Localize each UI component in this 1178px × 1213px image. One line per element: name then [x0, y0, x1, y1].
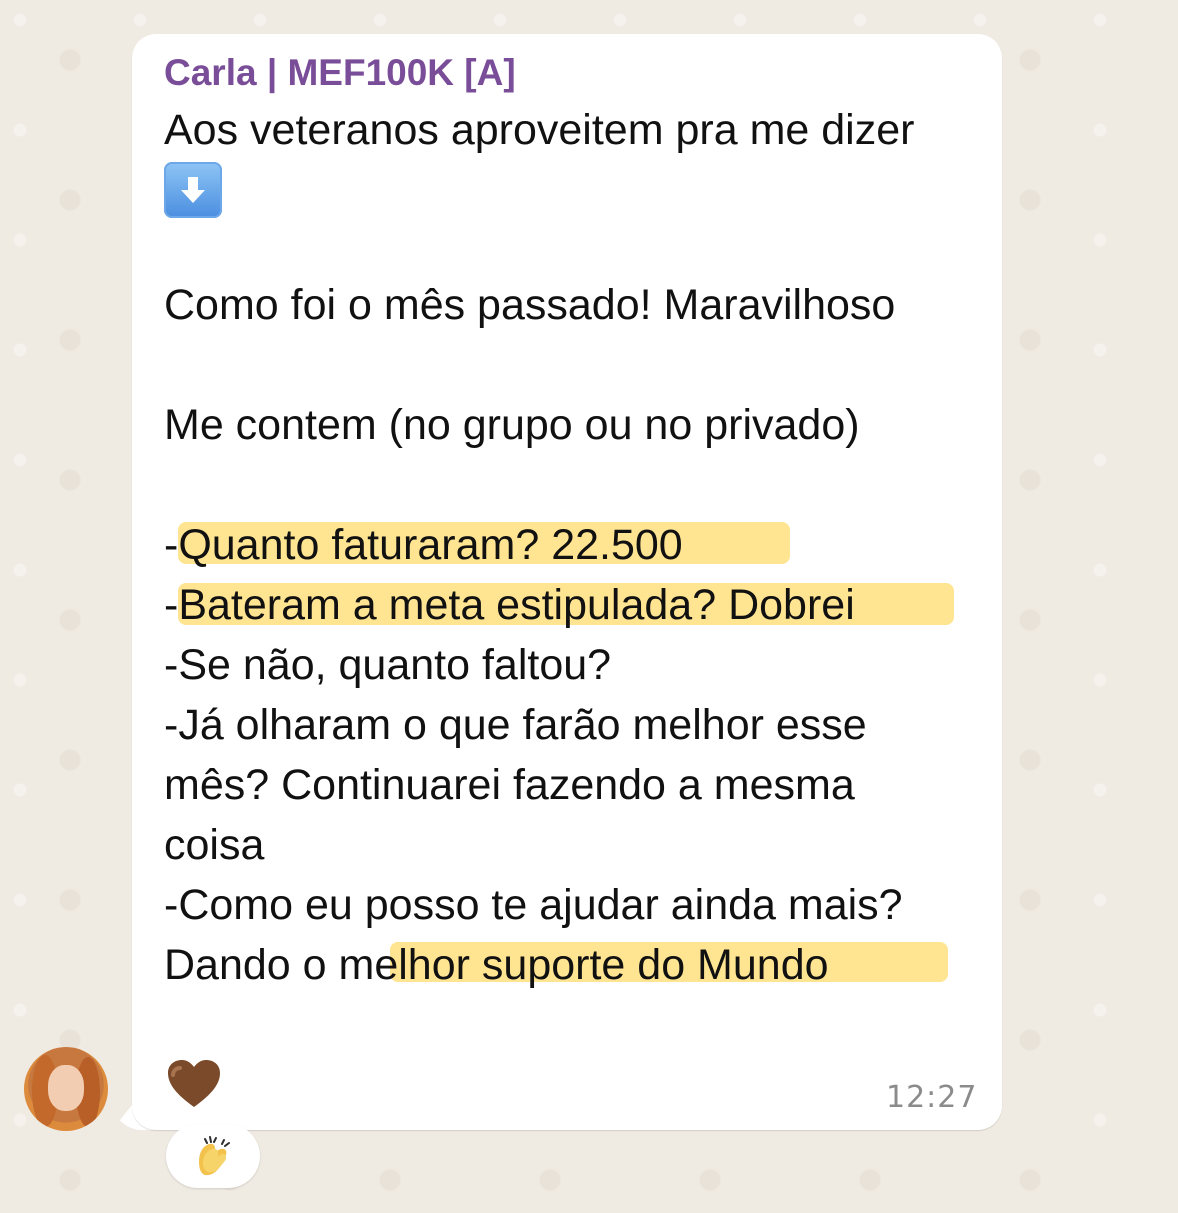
message-line-9: coisa: [164, 821, 265, 869]
message-line-4: -Quanto faturaram? 22.500: [164, 521, 683, 569]
message-line-1: Aos veteranos aproveitem pra me dizer: [164, 106, 915, 154]
clapping-hands-icon: [199, 1136, 230, 1176]
message-reaction[interactable]: [166, 1124, 260, 1188]
message-timestamp: 12:27: [886, 1080, 978, 1115]
message-line-7: -Já olharam o que farão melhor esse: [164, 701, 867, 749]
message-line-11: Dando o melhor suporte do Mundo: [164, 941, 829, 989]
message-line-8: mês? Continuarei fazendo a mesma: [164, 761, 855, 809]
message-line-10: -Como eu posso te ajudar ainda mais?: [164, 881, 903, 929]
message-line-2: Como foi o mês passado! Maravilhoso: [164, 281, 896, 329]
avatar-face: [48, 1065, 84, 1111]
message-line-6: -Se não, quanto faltou?: [164, 641, 612, 689]
message-line-3: Me contem (no grupo ou no privado): [164, 401, 860, 449]
brown-heart-icon: [164, 1054, 224, 1114]
brown-heart-icon: [168, 1060, 220, 1107]
sender-name[interactable]: Carla | MEF100K [A]: [164, 52, 516, 94]
message-line-5: -Bateram a meta estipulada? Dobrei: [164, 581, 855, 629]
contact-avatar[interactable]: [24, 1047, 108, 1131]
down-arrow-icon: [164, 162, 222, 218]
down-arrow-icon: [181, 177, 205, 203]
